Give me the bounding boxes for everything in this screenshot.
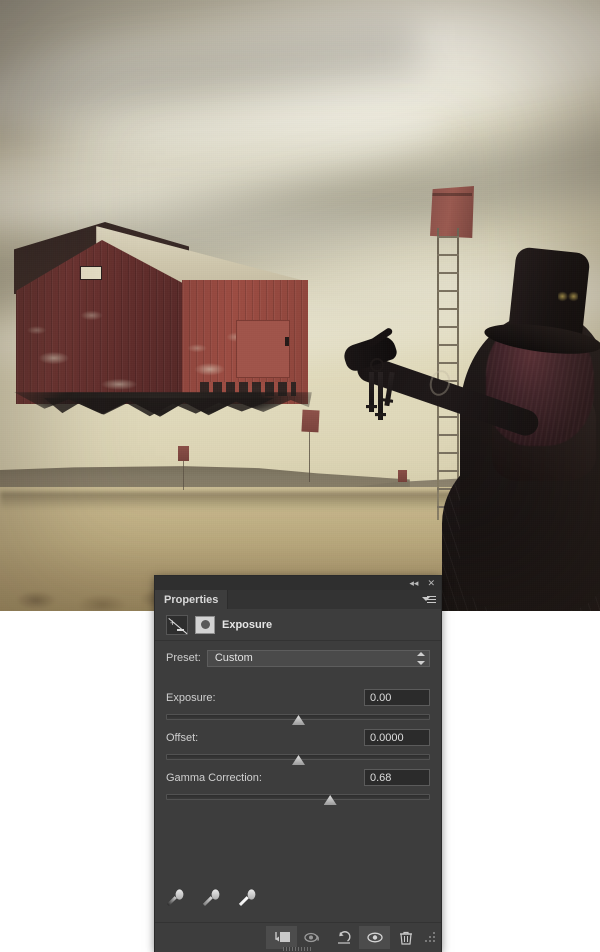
adjustment-title: Exposure [222, 618, 273, 631]
properties-panel[interactable]: ◂◂ ✕ Properties + Exposure Pr [155, 576, 441, 952]
set-gray-point-eyedropper-icon[interactable] [202, 888, 222, 908]
view-previous-state-button[interactable] [297, 926, 328, 949]
document-canvas-photo[interactable] [0, 0, 600, 611]
barn-gable-vent [80, 266, 102, 280]
screenshot-root: ◂◂ ✕ Properties + Exposure Pr [0, 0, 600, 952]
door-pole-1 [309, 430, 310, 482]
hanging-keys [364, 358, 406, 420]
reset-arrow-icon [337, 931, 351, 944]
key-1 [369, 372, 374, 412]
clip-to-layer-button[interactable] [266, 926, 297, 949]
exposure-slider[interactable] [166, 711, 430, 725]
collapse-panel-icon[interactable]: ◂◂ [409, 578, 418, 588]
key-2 [378, 372, 383, 420]
exposure-value-field[interactable]: 0.00 [364, 689, 430, 706]
panel-resize-grip[interactable] [423, 930, 437, 945]
control-gamma-correction: Gamma Correction: 0.68 [155, 769, 441, 805]
floating-door-small-2 [178, 446, 189, 461]
panel-menu-icon[interactable] [422, 595, 436, 605]
panel-footer-toolbar [155, 922, 441, 952]
tab-properties[interactable]: Properties [155, 590, 229, 609]
eyedropper-row [166, 888, 258, 908]
exposure-adjustment-icon: + [166, 614, 188, 635]
eye-icon [366, 932, 383, 943]
set-black-point-eyedropper-icon[interactable] [166, 888, 186, 908]
panel-titlebar[interactable]: ◂◂ ✕ [155, 576, 441, 590]
tabstrip-filler [228, 590, 441, 609]
toggle-layer-visibility-button[interactable] [359, 926, 390, 949]
close-panel-icon[interactable]: ✕ [427, 578, 435, 588]
adjustment-header: + Exposure [155, 609, 441, 641]
floating-door-small-1 [301, 409, 320, 433]
set-white-point-eyedropper-icon[interactable] [238, 888, 258, 908]
silhouette-figure [338, 246, 600, 611]
offset-value-field[interactable]: 0.0000 [364, 729, 430, 746]
butterfly-ornament-icon [558, 290, 578, 306]
gamma-correction-value-field[interactable]: 0.68 [364, 769, 430, 786]
exposure-label: Exposure: [166, 691, 216, 704]
gamma-correction-label: Gamma Correction: [166, 771, 262, 784]
door-pole-2 [183, 460, 184, 490]
eye-previous-icon [304, 932, 319, 942]
clip-to-layer-icon [275, 932, 290, 942]
layer-mask-icon[interactable] [195, 615, 215, 634]
offset-slider[interactable] [166, 751, 430, 765]
panel-body: Preset: Custom Exposure: 0.00 Offset: 0.… [155, 641, 441, 922]
key-ring [370, 358, 384, 372]
panel-resize-nub[interactable] [283, 947, 313, 951]
preset-label: Preset: [166, 652, 201, 664]
preset-select[interactable]: Custom [206, 649, 430, 667]
preset-spinner-icon[interactable] [416, 651, 425, 665]
preset-row: Preset: Custom [155, 649, 441, 667]
control-offset: Offset: 0.0000 [155, 729, 441, 765]
gamma-correction-slider[interactable] [166, 791, 430, 805]
trash-icon [399, 931, 412, 945]
gamma-correction-slider-track[interactable] [166, 794, 430, 800]
preset-selected-value: Custom [214, 652, 253, 664]
reset-adjustment-button[interactable] [328, 926, 359, 949]
control-exposure: Exposure: 0.00 [155, 689, 441, 725]
tab-properties-label: Properties [164, 593, 219, 606]
offset-label: Offset: [166, 731, 199, 744]
floating-barn [14, 222, 312, 417]
panel-tabstrip[interactable]: Properties [155, 590, 441, 609]
key-3 [384, 371, 395, 407]
delete-adjustment-layer-button[interactable] [390, 926, 421, 949]
barn-door [236, 320, 290, 378]
